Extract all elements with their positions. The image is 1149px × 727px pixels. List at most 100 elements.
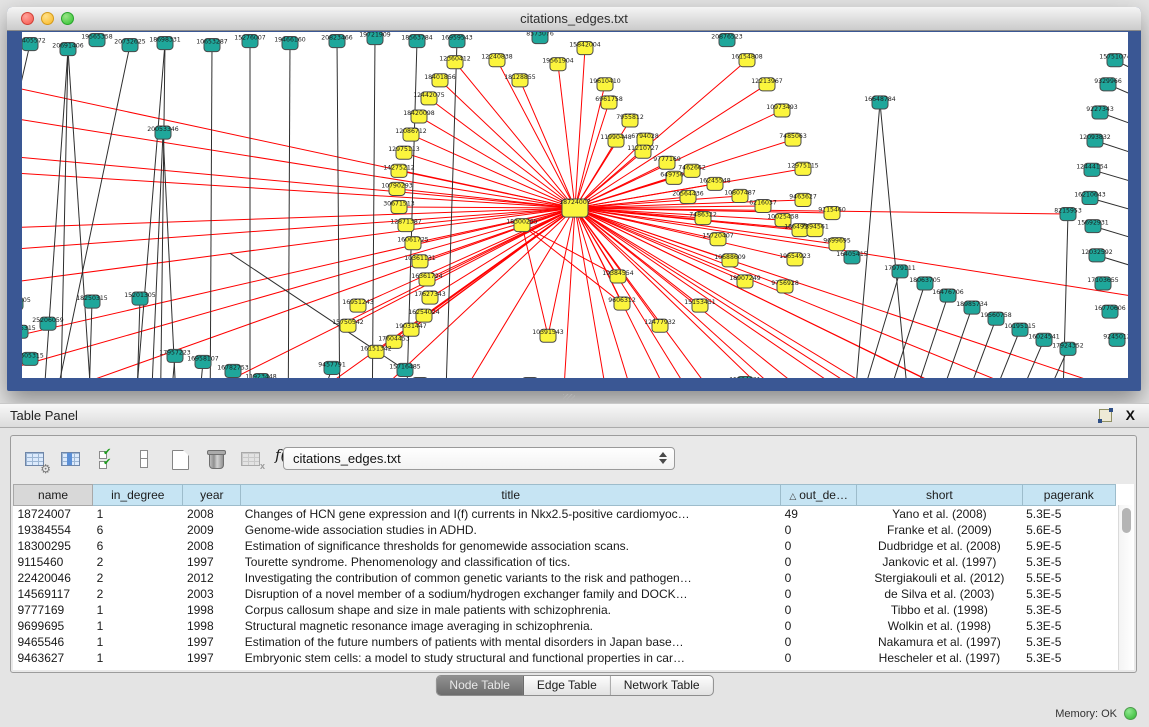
- table-selector-dropdown[interactable]: citations_edges.txt: [283, 447, 675, 470]
- close-window-button[interactable]: [21, 12, 34, 25]
- header-cell-year[interactable]: year: [183, 485, 241, 506]
- table-cell[interactable]: 2008: [183, 506, 241, 523]
- network-graph[interactable]: 1872400718300295123604121840185612442075…: [22, 32, 1128, 378]
- table-cell[interactable]: 5.3E-5: [1022, 602, 1115, 618]
- table-cell[interactable]: 1998: [183, 618, 241, 634]
- header-cell-out_de[interactable]: △out_de…: [781, 485, 857, 506]
- table-cell[interactable]: Tourette syndrome. Phenomenology and cla…: [241, 554, 781, 570]
- table-cell[interactable]: 2: [93, 586, 183, 602]
- header-cell-in_degree[interactable]: in_degree: [93, 485, 183, 506]
- table-cell[interactable]: Disruption of a novel member of a sodium…: [241, 586, 781, 602]
- table-cell[interactable]: 1: [93, 618, 183, 634]
- table-cell[interactable]: Franke et al. (2009): [857, 522, 1022, 538]
- table-cell[interactable]: 1: [93, 602, 183, 618]
- table-row[interactable]: 977716911998Corpus callosum shape and si…: [14, 602, 1116, 618]
- table-row[interactable]: 969969511998Structural magnetic resonanc…: [14, 618, 1116, 634]
- header-cell-name[interactable]: name: [14, 485, 93, 506]
- table-row[interactable]: 1830029562008Estimation of significance …: [14, 538, 1116, 554]
- table-cell[interactable]: 19384554: [14, 522, 93, 538]
- header-cell-short[interactable]: short: [857, 485, 1022, 506]
- table-row[interactable]: 1456911722003Disruption of a novel membe…: [14, 586, 1116, 602]
- table-cell[interactable]: 1997: [183, 554, 241, 570]
- table-cell[interactable]: 5.3E-5: [1022, 554, 1115, 570]
- table-cell[interactable]: 49: [781, 506, 857, 523]
- table-cell[interactable]: 5.3E-5: [1022, 650, 1115, 666]
- close-panel-icon[interactable]: X: [1126, 408, 1135, 422]
- table-cell[interactable]: 0: [781, 570, 857, 586]
- table-cell[interactable]: 1: [93, 506, 183, 523]
- row-selection-checks-icon[interactable]: ✔ ✔: [95, 446, 121, 472]
- tab-node-table[interactable]: Node Table: [436, 676, 524, 695]
- column-visibility-icon[interactable]: [59, 446, 85, 472]
- table-cell[interactable]: Stergiakouli et al. (2012): [857, 570, 1022, 586]
- tab-network-table[interactable]: Network Table: [611, 676, 713, 695]
- delete-column-icon[interactable]: [203, 446, 229, 472]
- table-cell[interactable]: 9463627: [14, 650, 93, 666]
- table-cell[interactable]: Estimation of significance thresholds fo…: [241, 538, 781, 554]
- table-cell[interactable]: 0: [781, 618, 857, 634]
- table-cell[interactable]: 0: [781, 634, 857, 650]
- table-cell[interactable]: 1998: [183, 602, 241, 618]
- table-cell[interactable]: 6: [93, 538, 183, 554]
- table-cell[interactable]: 6: [93, 522, 183, 538]
- table-cell[interactable]: 5.5E-5: [1022, 570, 1115, 586]
- table-cell[interactable]: 0: [781, 602, 857, 618]
- zoom-window-button[interactable]: [61, 12, 74, 25]
- table-cell[interactable]: 0: [781, 538, 857, 554]
- table-cell[interactable]: 0: [781, 650, 857, 666]
- table-cell[interactable]: 18300295: [14, 538, 93, 554]
- table-cell[interactable]: 2: [93, 570, 183, 586]
- table-cell[interactable]: 2: [93, 554, 183, 570]
- header-cell-pagerank[interactable]: pagerank: [1022, 485, 1115, 506]
- table-row[interactable]: 946554611997Estimation of the future num…: [14, 634, 1116, 650]
- table-cell[interactable]: Changes of HCN gene expression and I(f) …: [241, 506, 781, 523]
- window-titlebar[interactable]: citations_edges.txt: [7, 7, 1141, 31]
- table-cell[interactable]: 9115460: [14, 554, 93, 570]
- table-cell[interactable]: Structural magnetic resonance image aver…: [241, 618, 781, 634]
- table-row[interactable]: 1938455462009Genome-wide association stu…: [14, 522, 1116, 538]
- table-cell[interactable]: 2009: [183, 522, 241, 538]
- table-cell[interactable]: 0: [781, 586, 857, 602]
- table-cell[interactable]: 9777169: [14, 602, 93, 618]
- table-cell[interactable]: 2003: [183, 586, 241, 602]
- table-cell[interactable]: Yano et al. (2008): [857, 506, 1022, 523]
- table-cell[interactable]: Dudbridge et al. (2008): [857, 538, 1022, 554]
- panel-resize-grip[interactable]: [563, 394, 575, 401]
- table-cell[interactable]: 22420046: [14, 570, 93, 586]
- table-cell[interactable]: 1: [93, 650, 183, 666]
- table-row[interactable]: 911546021997Tourette syndrome. Phenomeno…: [14, 554, 1116, 570]
- table-cell[interactable]: 0: [781, 554, 857, 570]
- table-row[interactable]: 2242004622012Investigating the contribut…: [14, 570, 1116, 586]
- table-cell[interactable]: Investigating the contribution of common…: [241, 570, 781, 586]
- table-cell[interactable]: 0: [781, 522, 857, 538]
- table-cell[interactable]: Wolkin et al. (1998): [857, 618, 1022, 634]
- table-cell[interactable]: Embryonic stem cells: a model to study s…: [241, 650, 781, 666]
- table-cell[interactable]: 5.3E-5: [1022, 506, 1115, 523]
- table-cell[interactable]: 5.9E-5: [1022, 538, 1115, 554]
- table-cell[interactable]: Genome-wide association studies in ADHD.: [241, 522, 781, 538]
- table-cell[interactable]: 2012: [183, 570, 241, 586]
- table-cell[interactable]: 5.6E-5: [1022, 522, 1115, 538]
- table-cell[interactable]: 5.3E-5: [1022, 618, 1115, 634]
- table-row[interactable]: 946362711997Embryonic stem cells: a mode…: [14, 650, 1116, 666]
- scrollbar-thumb[interactable]: [1122, 508, 1131, 533]
- table-cell[interactable]: 14569117: [14, 586, 93, 602]
- table-cell[interactable]: 1: [93, 634, 183, 650]
- table-cell[interactable]: Tibbo et al. (1998): [857, 602, 1022, 618]
- table-cell[interactable]: Nakamura et al. (1997): [857, 634, 1022, 650]
- table-cell[interactable]: 18724007: [14, 506, 93, 523]
- table-cell[interactable]: 5.3E-5: [1022, 586, 1115, 602]
- float-panel-icon[interactable]: [1099, 409, 1112, 422]
- network-canvas[interactable]: 1872400718300295123604121840185612442075…: [22, 32, 1128, 378]
- table-vertical-scrollbar[interactable]: [1118, 505, 1134, 670]
- tab-edge-table[interactable]: Edge Table: [524, 676, 611, 695]
- table-cell[interactable]: Corpus callosum shape and size in male p…: [241, 602, 781, 618]
- table-cell[interactable]: Jankovic et al. (1997): [857, 554, 1022, 570]
- table-mode-icon[interactable]: ⚙: [23, 446, 49, 472]
- table-cell[interactable]: 9699695: [14, 618, 93, 634]
- table-cell[interactable]: Estimation of the future numbers of pati…: [241, 634, 781, 650]
- table-row[interactable]: 1872400712008Changes of HCN gene express…: [14, 506, 1116, 523]
- table-cell[interactable]: 5.3E-5: [1022, 634, 1115, 650]
- table-cell[interactable]: 2008: [183, 538, 241, 554]
- table-cell[interactable]: de Silva et al. (2003): [857, 586, 1022, 602]
